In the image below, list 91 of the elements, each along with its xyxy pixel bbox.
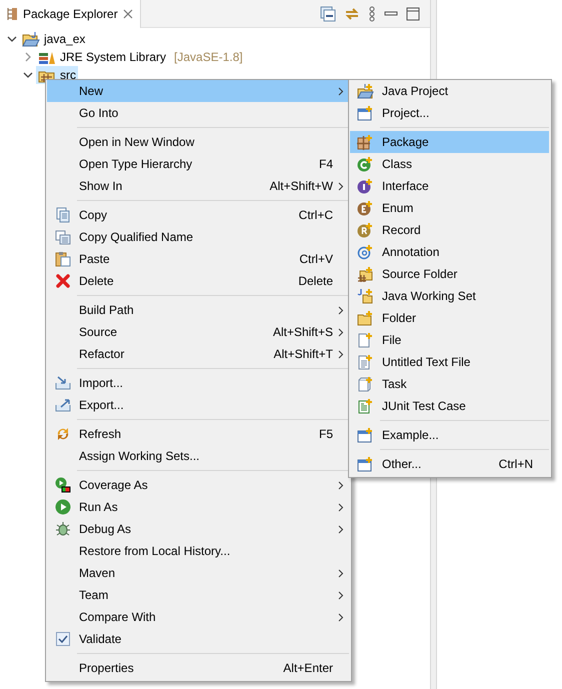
- menu-item[interactable]: Java Working Set: [350, 285, 549, 307]
- menu-item[interactable]: Coverage As: [47, 474, 349, 496]
- menu-item[interactable]: New: [47, 80, 349, 102]
- shortcut-text: Ctrl+C: [298, 208, 333, 222]
- menu-item[interactable]: Project...: [350, 102, 549, 124]
- tab-title: Package Explorer: [23, 7, 118, 21]
- enum-icon: [357, 200, 375, 216]
- window-icon: [357, 456, 375, 472]
- shortcut-text: Ctrl+V: [299, 252, 333, 266]
- menu-item[interactable]: Delete Delete: [47, 270, 349, 292]
- package-icon: [357, 134, 375, 150]
- checkbox[interactable]: [56, 632, 70, 646]
- expanded-chevron-icon[interactable]: [7, 35, 17, 43]
- tree-item[interactable]: JRE System Library [JavaSE-1.8]: [36, 48, 245, 66]
- paste-icon: [55, 251, 71, 267]
- menu-item[interactable]: Show In Alt+Shift+W: [47, 175, 349, 197]
- menu-item[interactable]: Open in New Window: [47, 131, 349, 153]
- file-icon: [357, 332, 375, 348]
- menu-item[interactable]: Validate: [47, 628, 349, 650]
- text-file-icon: [357, 354, 375, 370]
- working-set-icon: [357, 288, 375, 304]
- shortcut-text: Delete: [298, 274, 333, 288]
- menu-item[interactable]: Import...: [47, 372, 349, 394]
- tree-item[interactable]: java_ex: [20, 30, 88, 48]
- menu-item[interactable]: Folder: [350, 307, 549, 329]
- maximize-icon[interactable]: [406, 6, 420, 20]
- menu-item[interactable]: Export...: [47, 394, 349, 416]
- menu-item[interactable]: Example...: [350, 424, 549, 446]
- menu-item[interactable]: Debug As: [47, 518, 349, 540]
- menu-item[interactable]: Refactor Alt+Shift+T: [47, 343, 349, 365]
- menu-item[interactable]: Package: [350, 131, 549, 153]
- junit-icon: [357, 398, 375, 414]
- interface-icon: [357, 178, 375, 194]
- record-icon: [357, 222, 375, 238]
- at-sign-icon: [357, 244, 375, 260]
- run-icon: [55, 499, 71, 515]
- copy-icon: [55, 229, 71, 245]
- menu-item[interactable]: Team: [47, 584, 349, 606]
- menu-item[interactable]: Compare With: [47, 606, 349, 628]
- menu-item[interactable]: Enum: [350, 197, 549, 219]
- shortcut-text: Alt+Shift+W: [270, 179, 333, 193]
- menu-item[interactable]: Class: [350, 153, 549, 175]
- menu-item[interactable]: Go Into: [47, 102, 349, 124]
- menu-item[interactable]: Other... Ctrl+N: [350, 453, 549, 475]
- folder-icon: [357, 310, 375, 326]
- window-icon: [357, 427, 375, 443]
- menu-item[interactable]: Interface: [350, 175, 549, 197]
- menu-item[interactable]: Copy Qualified Name: [47, 226, 349, 248]
- menu-item[interactable]: Open Type Hierarchy F4: [47, 153, 349, 175]
- menu-item[interactable]: File: [350, 329, 549, 351]
- folder-icon: [357, 83, 375, 99]
- coverage-icon: [55, 477, 71, 493]
- menu-item[interactable]: JUnit Test Case: [350, 395, 549, 417]
- export-icon: [55, 397, 71, 413]
- menu-item[interactable]: Java Project: [350, 80, 549, 102]
- menu-item[interactable]: Source Folder: [350, 263, 549, 285]
- menu-item[interactable]: Assign Working Sets...: [47, 445, 349, 467]
- menu-item[interactable]: Record: [350, 219, 549, 241]
- close-icon: [122, 9, 133, 19]
- menu-item[interactable]: Paste Ctrl+V: [47, 248, 349, 270]
- window-icon: [357, 105, 375, 121]
- menu-item[interactable]: Task: [350, 373, 549, 395]
- view-tab[interactable]: Package Explorer: [0, 0, 141, 28]
- menu-item[interactable]: Maven: [47, 562, 349, 584]
- menu-item[interactable]: Refresh F5: [47, 423, 349, 445]
- collapse-all-icon[interactable]: [320, 6, 336, 22]
- menu-item[interactable]: Untitled Text File: [350, 351, 549, 373]
- collapsed-chevron-icon[interactable]: [24, 52, 32, 62]
- shortcut-text: Alt+Shift+T: [274, 347, 333, 361]
- shortcut-text: F4: [318, 157, 333, 171]
- copy-icon: [55, 207, 71, 223]
- project-folder-icon: [22, 31, 40, 47]
- menu-item[interactable]: Build Path: [47, 299, 349, 321]
- shortcut-text: F5: [318, 427, 333, 441]
- view-menu-icon[interactable]: [368, 6, 376, 22]
- menu-item[interactable]: Restore from Local History...: [47, 540, 349, 562]
- class-icon: [357, 156, 375, 172]
- source-folder-icon: [357, 266, 375, 282]
- refresh-icon: [55, 426, 71, 442]
- bug-icon: [55, 521, 71, 537]
- delete-icon: [55, 273, 71, 289]
- expanded-chevron-icon[interactable]: [23, 71, 33, 79]
- menu-item[interactable]: Run As: [47, 496, 349, 518]
- shortcut-text: Alt+Shift+S: [272, 325, 333, 339]
- shortcut-text: Alt+Enter: [283, 661, 333, 675]
- shortcut-text: Ctrl+N: [498, 457, 533, 471]
- menu-item[interactable]: Source Alt+Shift+S: [47, 321, 349, 343]
- import-icon: [55, 375, 71, 391]
- menu-item[interactable]: Annotation: [350, 241, 549, 263]
- menu-item[interactable]: Properties Alt+Enter: [47, 657, 349, 679]
- menu-item[interactable]: Copy Ctrl+C: [47, 204, 349, 226]
